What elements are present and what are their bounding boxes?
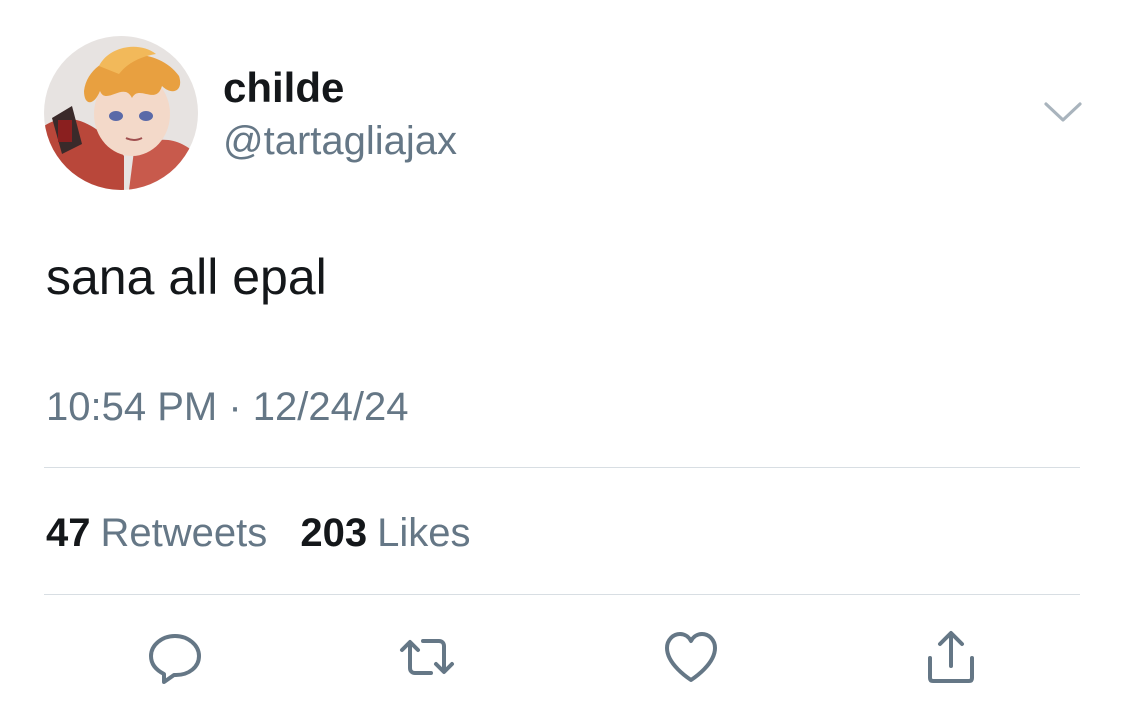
likes-label: Likes (377, 511, 471, 555)
divider (44, 594, 1080, 595)
divider (44, 467, 1080, 468)
retweet-button[interactable] (398, 628, 456, 686)
retweets-label: Retweets (100, 511, 268, 555)
reply-button[interactable] (146, 628, 204, 686)
tweet-text: sana all epal (46, 249, 327, 305)
avatar[interactable] (44, 36, 198, 190)
profile-avatar (44, 36, 198, 190)
user-handle[interactable]: @tartagliajax (223, 118, 457, 164)
chevron-down-icon (1044, 102, 1082, 122)
likes-count: 203 (300, 511, 368, 555)
tweet-stats: 47 Retweets 203 Likes (46, 510, 471, 556)
tweet-timestamp[interactable]: 10:54 PM · 12/24/24 (46, 384, 408, 430)
like-button[interactable] (662, 628, 720, 686)
retweets-count: 47 (46, 511, 91, 555)
share-icon (928, 631, 974, 683)
display-name[interactable]: childe (223, 64, 344, 112)
retweet-icon (400, 639, 454, 675)
retweets-stat[interactable]: 47 Retweets (46, 510, 267, 556)
heart-icon (665, 632, 717, 682)
tweet-menu-button[interactable] (1040, 96, 1086, 126)
reply-icon (149, 634, 201, 684)
likes-stat[interactable]: 203 Likes (300, 510, 470, 556)
share-button[interactable] (922, 628, 980, 686)
